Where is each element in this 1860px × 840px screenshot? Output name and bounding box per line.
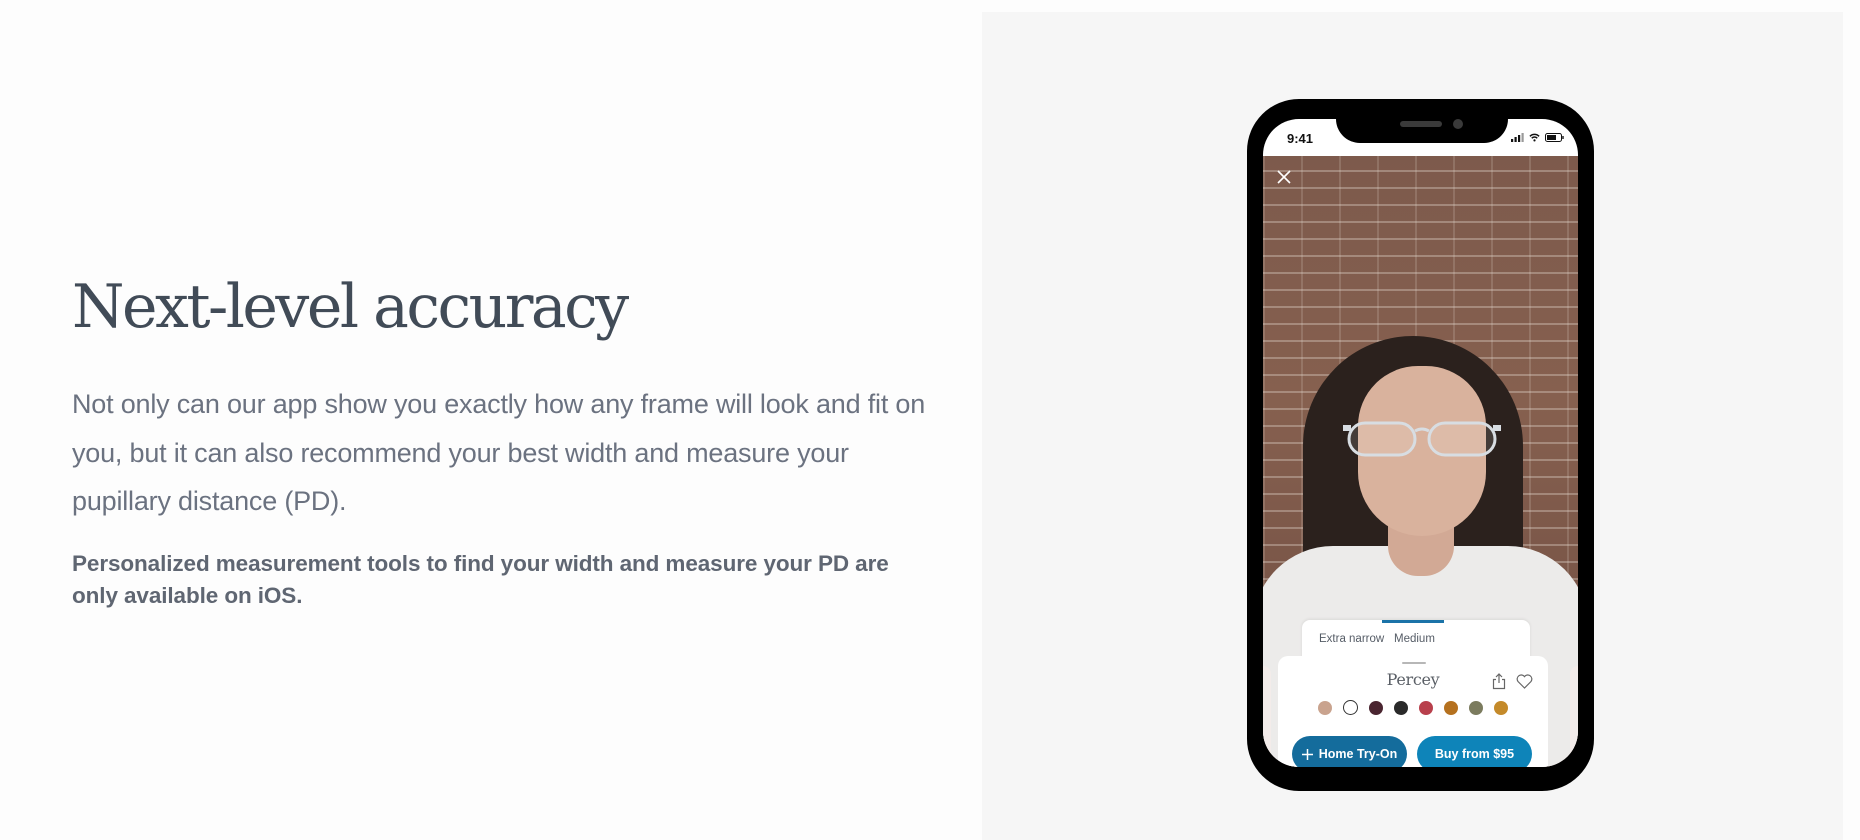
hero-description: Not only can our app show you exactly ho… — [72, 389, 926, 516]
swatch[interactable] — [1318, 701, 1332, 715]
swatch[interactable] — [1494, 701, 1508, 715]
tab-extra-narrow[interactable]: Extra narrow — [1319, 633, 1384, 645]
next-card-edge[interactable] — [1570, 666, 1578, 767]
virtual-glasses — [1343, 421, 1501, 457]
swatch[interactable] — [1343, 700, 1358, 715]
home-try-on-label: Home Try-On — [1318, 747, 1398, 761]
battery-icon — [1545, 133, 1564, 142]
selected-width-indicator — [1382, 620, 1444, 623]
swatch[interactable] — [1469, 701, 1483, 715]
status-time: 9:41 — [1287, 131, 1314, 146]
status-icons — [1511, 133, 1564, 142]
drag-handle[interactable] — [1402, 662, 1426, 664]
swatch[interactable] — [1444, 701, 1458, 715]
phone-screen: 9:41 Extra narrow Medium Percey Home Try… — [1263, 119, 1578, 767]
phone-camera — [1453, 119, 1463, 129]
wifi-icon — [1529, 133, 1540, 142]
signal-icon — [1511, 133, 1524, 142]
close-icon[interactable] — [1275, 168, 1293, 186]
plus-icon — [1301, 748, 1313, 760]
swatch[interactable] — [1394, 701, 1408, 715]
buy-label: Buy from $95 — [1434, 747, 1515, 761]
page-title: Next-level accuracy — [72, 272, 629, 342]
heart-icon[interactable] — [1516, 674, 1533, 689]
swatch[interactable] — [1369, 701, 1383, 715]
buy-button[interactable]: Buy from $95 — [1417, 736, 1532, 767]
prev-card-edge[interactable] — [1263, 666, 1271, 767]
phone-mockup: 9:41 Extra narrow Medium Percey Home Try… — [1247, 99, 1594, 791]
phone-speaker — [1400, 121, 1442, 127]
home-try-on-button[interactable]: Home Try-On — [1292, 736, 1407, 767]
product-name: Percey — [1386, 670, 1440, 689]
share-icon[interactable] — [1492, 673, 1506, 690]
ios-availability-note: Personalized measurement tools to find y… — [72, 551, 889, 608]
color-swatches — [1318, 700, 1508, 715]
tab-medium[interactable]: Medium — [1394, 633, 1435, 645]
camera-view: Extra narrow Medium Percey Home Try-On B… — [1263, 156, 1578, 767]
swatch[interactable] — [1419, 701, 1433, 715]
product-card: Percey Home Try-On Buy from $95 — [1278, 656, 1548, 767]
